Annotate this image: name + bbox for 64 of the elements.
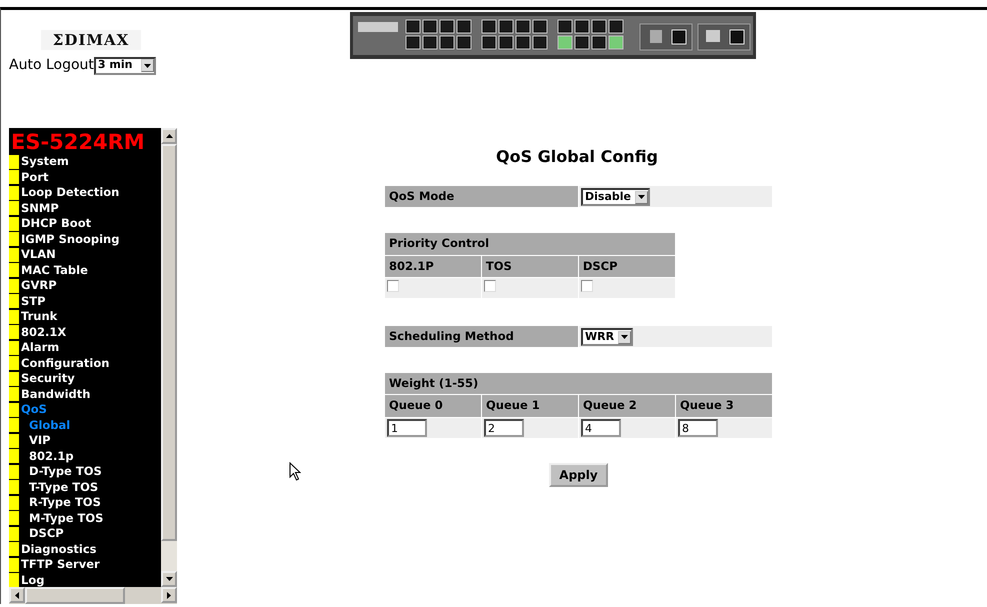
device-title: ES-5224RM	[10, 130, 146, 154]
apply-button[interactable]: Apply	[549, 463, 608, 487]
mouse-pointer-icon	[289, 462, 301, 481]
page-title: QoS Global Config	[494, 146, 660, 168]
checkbox[interactable]	[580, 280, 593, 292]
menu-item[interactable]: R-Type TOS	[9, 495, 161, 510]
scheduling-method-label: Scheduling Method	[385, 326, 578, 347]
menu-item[interactable]: Global	[9, 418, 161, 433]
dropdown-arrow-icon	[144, 64, 151, 68]
right-arrow-icon	[167, 592, 171, 598]
weight-heading: Weight (1-55)	[385, 373, 772, 394]
column-header: Queue 0	[385, 395, 481, 416]
menu-item[interactable]: D-Type TOS	[9, 464, 161, 480]
checkbox[interactable]	[484, 280, 496, 292]
menu-item[interactable]: SNMP	[9, 200, 161, 216]
qos-mode-label: QoS Mode	[385, 186, 578, 208]
down-arrow-icon	[166, 577, 172, 581]
auto-logout-label: Auto Logout	[9, 56, 94, 75]
qos-mode-select[interactable]: Disable	[581, 188, 650, 206]
menu-item[interactable]: Loop Detection	[9, 185, 161, 200]
scrollbar-thumb[interactable]	[25, 587, 125, 604]
column-header: DSCP	[578, 256, 675, 277]
menu-item[interactable]: TFTP Server	[9, 557, 161, 572]
menu-item[interactable]: Trunk	[9, 309, 161, 324]
logo: ΣDIMAX	[41, 30, 141, 50]
auto-logout-select[interactable]: 3 min	[94, 56, 156, 74]
menu-item[interactable]: 802.1X	[9, 324, 161, 340]
menu-item[interactable]: Log	[9, 572, 161, 587]
menu-item[interactable]: Configuration	[9, 356, 161, 371]
scheduling-method-select[interactable]: WRR	[581, 328, 634, 346]
menu-item[interactable]: IGMP Snooping	[9, 232, 161, 247]
column-header: 802.1P	[385, 256, 481, 277]
menu-item[interactable]: 802.1p	[9, 448, 161, 464]
menu-item[interactable]: Security	[9, 371, 161, 386]
weight-input[interactable]: 8	[678, 419, 718, 437]
weight-input[interactable]: 1	[387, 419, 427, 437]
column-header: TOS	[482, 256, 578, 277]
menu-item[interactable]: QoS	[9, 402, 161, 418]
column-header: Queue 3	[676, 395, 772, 416]
menu-item[interactable]: Diagnostics	[9, 542, 161, 557]
menu-item[interactable]: DSCP	[9, 526, 161, 542]
weight-input[interactable]: 2	[484, 419, 524, 437]
priority-control-heading: Priority Control	[385, 233, 675, 254]
menu-item[interactable]: M-Type TOS	[9, 510, 161, 526]
menu-item[interactable]: Port	[9, 170, 161, 185]
column-header: Queue 1	[482, 395, 578, 416]
horizontal-scrollbar[interactable]	[9, 587, 177, 604]
menu-item[interactable]: Bandwidth	[9, 386, 161, 402]
up-arrow-icon	[166, 134, 172, 138]
left-arrow-icon	[15, 592, 19, 598]
menu-item[interactable]: T-Type TOS	[9, 480, 161, 495]
menu-item[interactable]: MAC Table	[9, 262, 161, 278]
weight-input[interactable]: 4	[581, 419, 621, 437]
dropdown-arrow-icon	[638, 195, 645, 200]
menu-item[interactable]: VIP	[9, 433, 161, 448]
menu-item[interactable]: VLAN	[9, 247, 161, 262]
menu-item[interactable]: DHCP Boot	[9, 216, 161, 232]
checkbox[interactable]	[387, 280, 399, 292]
dropdown-arrow-icon	[621, 335, 628, 339]
menu-item[interactable]: STP	[9, 294, 161, 309]
menu-item[interactable]: Alarm	[9, 340, 161, 356]
menu-item[interactable]: GVRP	[9, 278, 161, 294]
column-header: Queue 2	[579, 395, 675, 416]
menu-item[interactable]: System	[9, 154, 161, 170]
